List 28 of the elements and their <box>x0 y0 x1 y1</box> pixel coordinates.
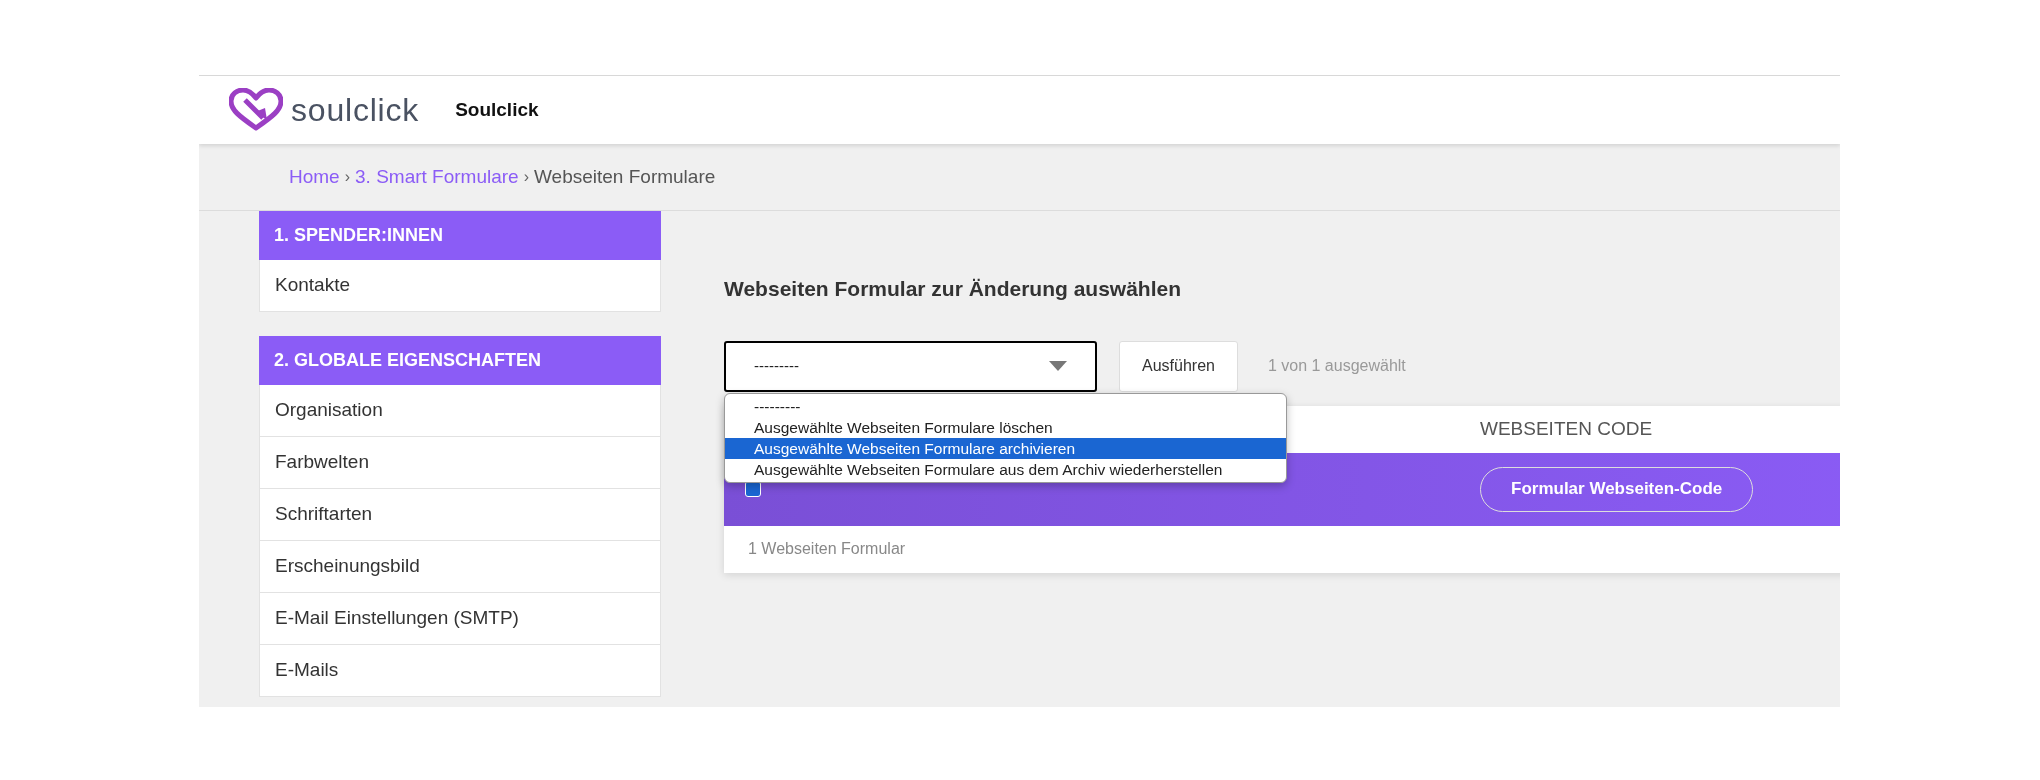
sidebar-item[interactable]: Kontakte <box>259 260 661 312</box>
logo-text: soulclick <box>291 91 420 130</box>
breadcrumb-link[interactable]: Home <box>289 162 340 192</box>
sidebar-item[interactable]: Organisation <box>259 385 661 437</box>
sidebar-section-heading: 2. GLOBALE EIGENSCHAFTEN <box>259 336 661 385</box>
sidebar-item[interactable]: Erscheinungsbild <box>259 541 661 593</box>
heart-logo-icon <box>229 88 283 132</box>
sidebar-section-heading: 1. SPENDER:INNEN <box>259 211 661 260</box>
dropdown-option[interactable]: Ausgewählte Webseiten Formulare aus dem Archiv wiederherstellen <box>725 459 1286 480</box>
site-title: Soulclick <box>455 97 539 122</box>
breadcrumb-link[interactable]: 3. Smart Formulare <box>355 162 519 192</box>
selection-count: 1 von 1 ausgewählt <box>1267 356 1406 376</box>
dropdown-option[interactable]: Ausgewählte Webseiten Formulare archivieren <box>725 438 1286 459</box>
breadcrumb-current: Webseiten Formulare <box>534 164 716 189</box>
column-header: WEBSEITEN CODE <box>1480 416 1653 441</box>
sidebar-item[interactable]: E-Mails <box>259 645 661 697</box>
page-heading: Webseiten Formular zur Änderung auswählen <box>724 276 1183 302</box>
run-button[interactable]: Ausführen <box>1119 340 1238 392</box>
sidebar-item[interactable]: Farbwelten <box>259 437 661 489</box>
result-count: 1 Webseiten Formular <box>748 539 906 559</box>
breadcrumb-separator: › <box>344 167 350 187</box>
dropdown-option[interactable]: --------- <box>725 396 1286 417</box>
caret-icon <box>1049 361 1067 371</box>
sidebar-item[interactable]: Schriftarten <box>259 489 661 541</box>
dropdown-option[interactable]: Ausgewählte Webseiten Formulare löschen <box>725 417 1286 438</box>
action-select[interactable]: --------- <box>724 340 1097 392</box>
breadcrumb-separator: › <box>523 167 529 187</box>
sidebar-item[interactable]: E-Mail Einstellungen (SMTP) <box>259 593 661 645</box>
